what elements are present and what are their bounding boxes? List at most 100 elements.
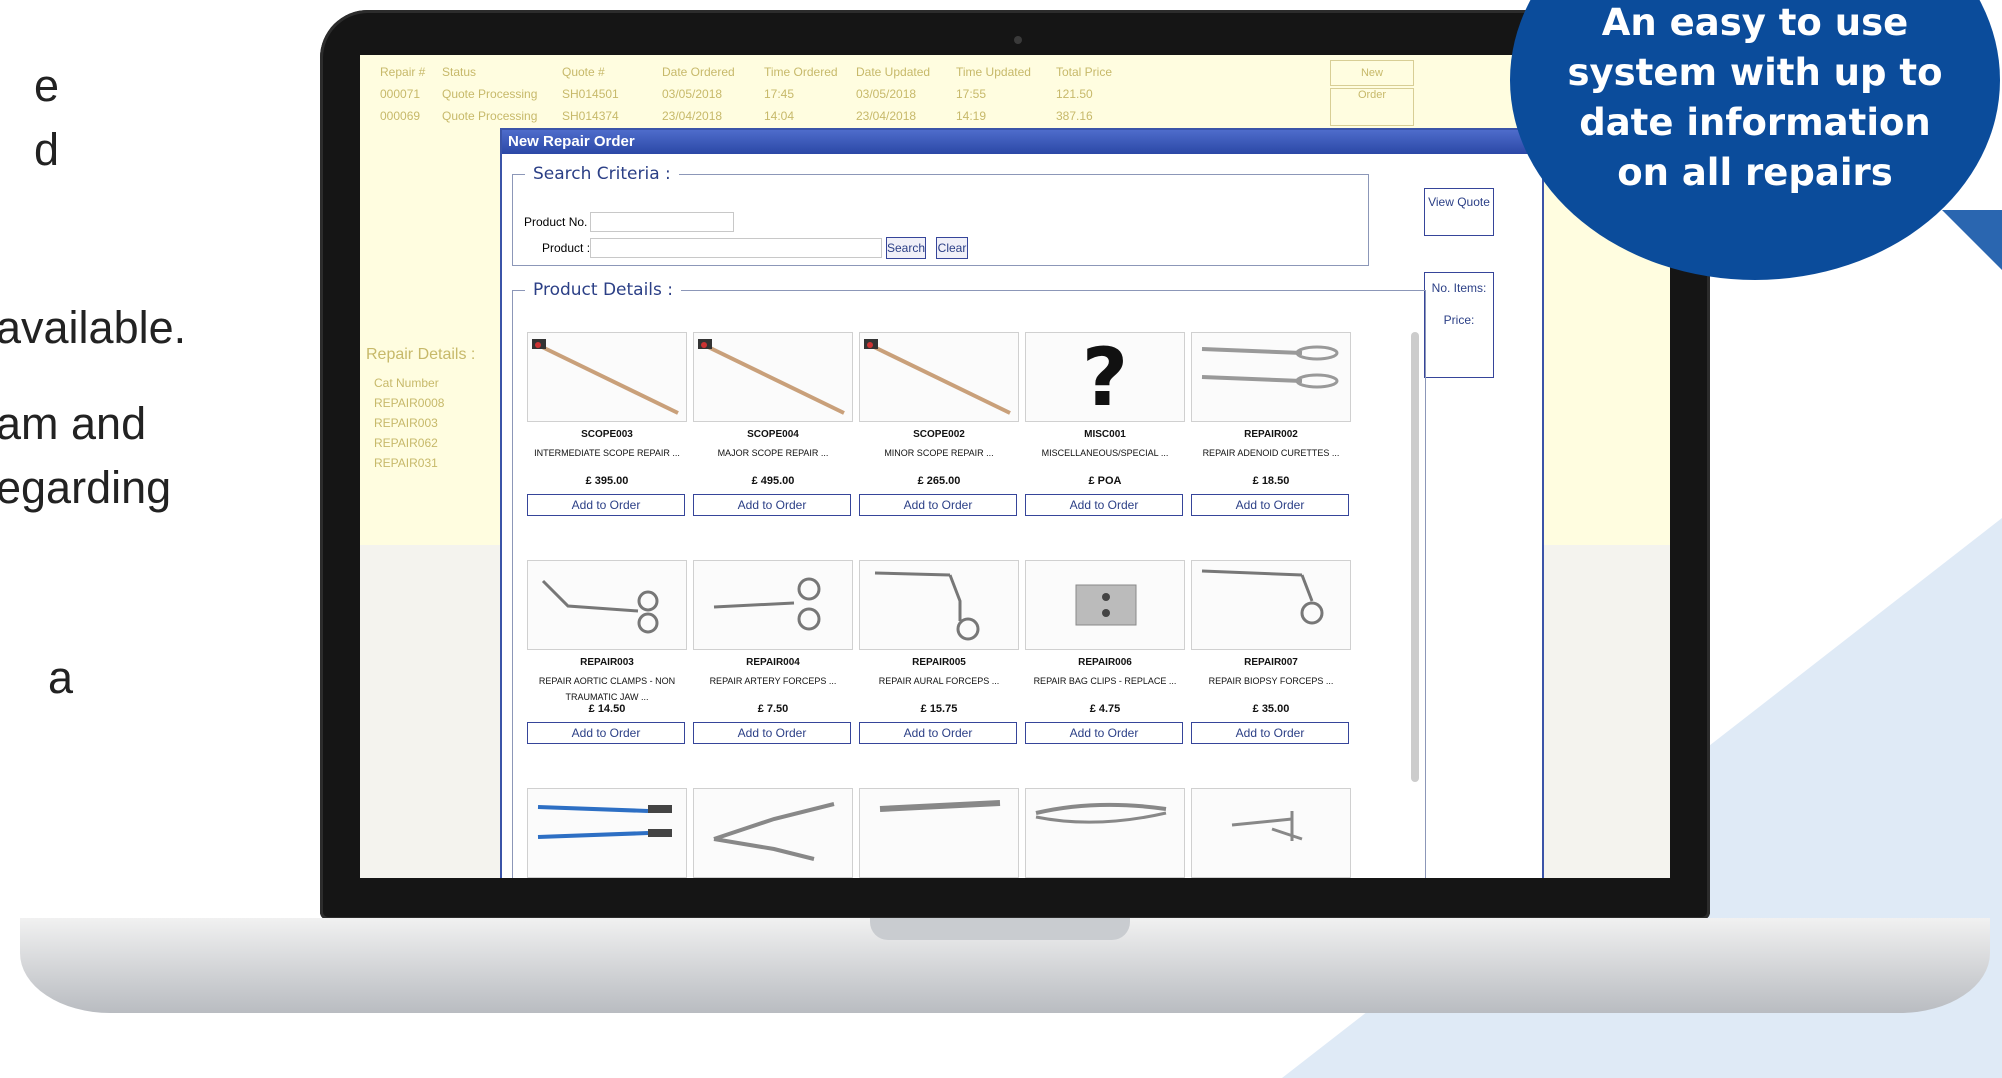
new-repair-order-dialog: New Repair Order x Search Criteria : Pro… — [500, 128, 1552, 878]
table-cell: 17:55 — [956, 87, 987, 101]
add-to-order-button[interactable]: Add to Order — [693, 722, 851, 744]
table-cell: SH014501 — [562, 87, 619, 101]
product-name: MAJOR SCOPE REPAIR ... — [717, 448, 829, 458]
table-cell: 14:04 — [764, 109, 795, 123]
retractor-icon — [1191, 788, 1351, 878]
product-card: SCOPE003 INTERMEDIATE SCOPE REPAIR ... £ 3… — [527, 332, 687, 560]
aural-forceps-icon — [859, 560, 1019, 650]
product-price: £ 18.50 — [1252, 475, 1290, 487]
repair-details-title: Repair Details : — [366, 346, 476, 363]
no-items-label: No. Items: — [1431, 281, 1487, 295]
search-criteria-legend: Search Criteria : — [533, 164, 671, 184]
product-card — [1191, 788, 1351, 878]
product-price: £ 15.75 — [920, 703, 958, 715]
add-to-order-button[interactable]: Add to Order — [1025, 494, 1183, 516]
header-cell: Total Price — [1056, 65, 1113, 79]
search-button[interactable]: Search — [886, 237, 926, 259]
product-code: MISC001 — [1084, 429, 1126, 440]
table-cell: Quote Processing — [442, 87, 538, 101]
laptop-screen: Repair # Status Quote # Date Ordered Tim… — [360, 55, 1670, 878]
add-to-order-button[interactable]: Add to Order — [527, 494, 685, 516]
table-cell: 387.16 — [1056, 109, 1093, 123]
product-code: REPAIR005 — [912, 657, 966, 668]
list-item[interactable]: REPAIR003 — [360, 413, 500, 433]
product-name: MINOR SCOPE REPAIR ... — [884, 448, 994, 458]
scope-icon — [527, 332, 687, 422]
table-cell: 03/05/2018 — [662, 87, 723, 101]
left-text-line: available. — [0, 302, 187, 353]
scope-icon — [859, 332, 1019, 422]
product-card — [859, 788, 1019, 878]
curette-icon — [1191, 332, 1351, 422]
product-name: REPAIR BIOPSY FORCEPS ... — [1208, 676, 1334, 686]
question-mark-icon: ? — [1025, 332, 1185, 422]
laptop-notch — [870, 918, 1130, 940]
badge-text: An easy to use system with up to date in… — [1567, 1, 1943, 194]
list-item[interactable]: REPAIR062 — [360, 433, 500, 453]
product-card: ? MISC001 MISCELLANEOUS/SPECIAL ... £ POA Ad… — [1025, 332, 1185, 560]
product-input[interactable] — [590, 238, 882, 258]
left-text-line: e — [34, 60, 60, 111]
product-code: SCOPE002 — [913, 429, 965, 440]
left-text-line: d — [34, 124, 60, 175]
add-to-order-button[interactable]: Add to Order — [527, 722, 685, 744]
header-cell: Quote # — [562, 65, 605, 79]
product-details-legend: Product Details : — [533, 280, 674, 300]
product-code: SCOPE004 — [747, 429, 799, 440]
orders-table: Repair # Status Quote # Date Ordered Tim… — [380, 61, 1380, 127]
header-cell: Repair # — [380, 65, 426, 79]
table-cell: 000069 — [380, 109, 421, 123]
table-row[interactable]: 000071 Quote Processing SH014501 03/05/2… — [380, 83, 1380, 105]
bag-clip-icon — [1025, 560, 1185, 650]
repair-details-column: Cat Number — [374, 376, 439, 390]
product-details-group: Product Details : SCOPE003 INTERMEDIATE S… — [512, 280, 1426, 878]
product-name: REPAIR ARTERY FORCEPS ... — [709, 676, 837, 686]
table-cell: 000071 — [380, 87, 421, 101]
table-cell: 23/04/2018 — [662, 109, 723, 123]
product-no-input[interactable] — [590, 212, 734, 232]
clear-button[interactable]: Clear — [936, 237, 968, 259]
product-card — [1025, 788, 1185, 878]
list-item[interactable]: REPAIR031 — [360, 453, 500, 473]
product-code: REPAIR006 — [1078, 657, 1132, 668]
view-quote-button[interactable]: View Quote — [1424, 188, 1494, 236]
product-price: £ 14.50 — [588, 703, 626, 715]
micro-forceps-icon — [1025, 788, 1185, 878]
add-to-order-button[interactable]: Add to Order — [1191, 494, 1349, 516]
left-text-line: am and — [0, 398, 147, 449]
product-price: £ 495.00 — [751, 475, 795, 487]
table-cell: 03/05/2018 — [856, 87, 917, 101]
order-button[interactable]: Order — [1330, 88, 1414, 126]
product-name: MISCELLANEOUS/SPECIAL ... — [1041, 448, 1169, 458]
add-to-order-button[interactable]: Add to Order — [693, 494, 851, 516]
product-code: REPAIR003 — [580, 657, 634, 668]
biopsy-forceps-icon — [1191, 560, 1351, 650]
product-grid-scrollbar[interactable] — [1411, 332, 1419, 782]
product-name: REPAIR AORTIC CLAMPS - NON TRAUMATIC JAW… — [538, 676, 676, 702]
header-cell: Date Ordered — [662, 65, 735, 79]
add-to-order-button[interactable]: Add to Order — [1025, 722, 1183, 744]
product-price: £ 265.00 — [917, 475, 961, 487]
product-code: SCOPE003 — [581, 429, 633, 440]
add-to-order-button[interactable]: Add to Order — [859, 722, 1017, 744]
new-button[interactable]: New — [1330, 60, 1414, 86]
left-text-line: egarding — [0, 462, 172, 513]
clamp-icon — [527, 560, 687, 650]
table-cell: SH014374 — [562, 109, 619, 123]
table-cell: 17:45 — [764, 87, 795, 101]
table-row[interactable]: 000069 Quote Processing SH014374 23/04/2… — [380, 105, 1380, 127]
add-to-order-button[interactable]: Add to Order — [1191, 722, 1349, 744]
product-grid: SCOPE003 INTERMEDIATE SCOPE REPAIR ... £ 3… — [527, 332, 1407, 878]
table-cell: Quote Processing — [442, 109, 538, 123]
left-text-line: a — [48, 652, 74, 703]
product-no-label: Product No. : — [524, 215, 595, 229]
list-item[interactable]: REPAIR0008 — [360, 393, 500, 413]
product-card: REPAIR006 REPAIR BAG CLIPS - REPLACE ... £… — [1025, 560, 1185, 788]
product-price: £ 4.75 — [1089, 703, 1121, 715]
header-cell: Time Ordered — [764, 65, 838, 79]
product-card: SCOPE002 MINOR SCOPE REPAIR ... £ 265.00 Ad… — [859, 332, 1019, 560]
table-cell: 23/04/2018 — [856, 109, 917, 123]
add-to-order-button[interactable]: Add to Order — [859, 494, 1017, 516]
forceps-icon — [693, 560, 853, 650]
product-name: REPAIR ADENOID CURETTES ... — [1202, 448, 1340, 458]
